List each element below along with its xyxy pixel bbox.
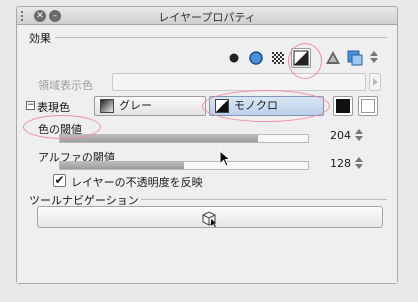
expression-mono-button[interactable]: モノクロ (209, 96, 324, 116)
effect-stepper[interactable] (369, 51, 378, 65)
alpha-threshold-value[interactable]: 128 (329, 157, 351, 170)
gray-icon (100, 99, 114, 113)
pattern-effect-icon[interactable] (324, 49, 342, 67)
reflect-opacity-label: レイヤーの不透明度を反映 (71, 176, 203, 189)
tool-navigation-button[interactable] (37, 206, 383, 228)
expression-collapse-toggle[interactable]: − (26, 101, 35, 110)
watercolor-effect-icon[interactable] (346, 49, 364, 67)
reflect-opacity-checkbox[interactable]: ✔ (53, 174, 66, 187)
expression-label: 表現色 (37, 101, 70, 114)
gray-label: グレー (119, 99, 152, 112)
tool-navigation-divider (141, 199, 387, 200)
alpha-threshold-stepper[interactable] (354, 157, 363, 171)
area-color-label: 領域表示色 (38, 79, 93, 92)
alpha-threshold-slider-fill (60, 162, 185, 169)
threshold-value[interactable]: 204 (329, 129, 351, 142)
mono-label: モノクロ (234, 99, 278, 112)
mouse-cursor-icon (219, 149, 233, 171)
effects-divider (55, 37, 387, 38)
border-effect-icon[interactable] (247, 49, 265, 67)
expression-gray-button[interactable]: グレー (94, 96, 206, 116)
tone-effect-icon[interactable] (269, 49, 287, 67)
threshold-stepper[interactable] (354, 129, 363, 143)
layer-property-window: ✕ – レイヤープロパティ 効果 領域表示色 − 表現色 グレー モノクロ 色の… (16, 6, 398, 284)
layer-color-effect-icon[interactable] (291, 48, 311, 68)
dot-effect-icon[interactable] (225, 49, 243, 67)
alpha-threshold-slider[interactable] (59, 161, 309, 170)
title-bar[interactable]: ✕ – レイヤープロパティ (17, 7, 397, 25)
window-title: レイヤープロパティ (158, 11, 256, 24)
threshold-slider-fill (60, 135, 259, 142)
area-color-arrow-button (369, 73, 381, 91)
mono-icon (215, 99, 229, 113)
black-swatch-button[interactable] (333, 96, 353, 116)
area-color-field (112, 73, 366, 91)
effects-label: 効果 (29, 32, 51, 45)
threshold-slider[interactable] (59, 134, 309, 143)
object-tool-icon (202, 211, 217, 227)
panel-body: 効果 領域表示色 − 表現色 グレー モノクロ 色の閾値 204 アルファの閾値… (17, 26, 397, 283)
white-swatch-button[interactable] (358, 96, 378, 116)
